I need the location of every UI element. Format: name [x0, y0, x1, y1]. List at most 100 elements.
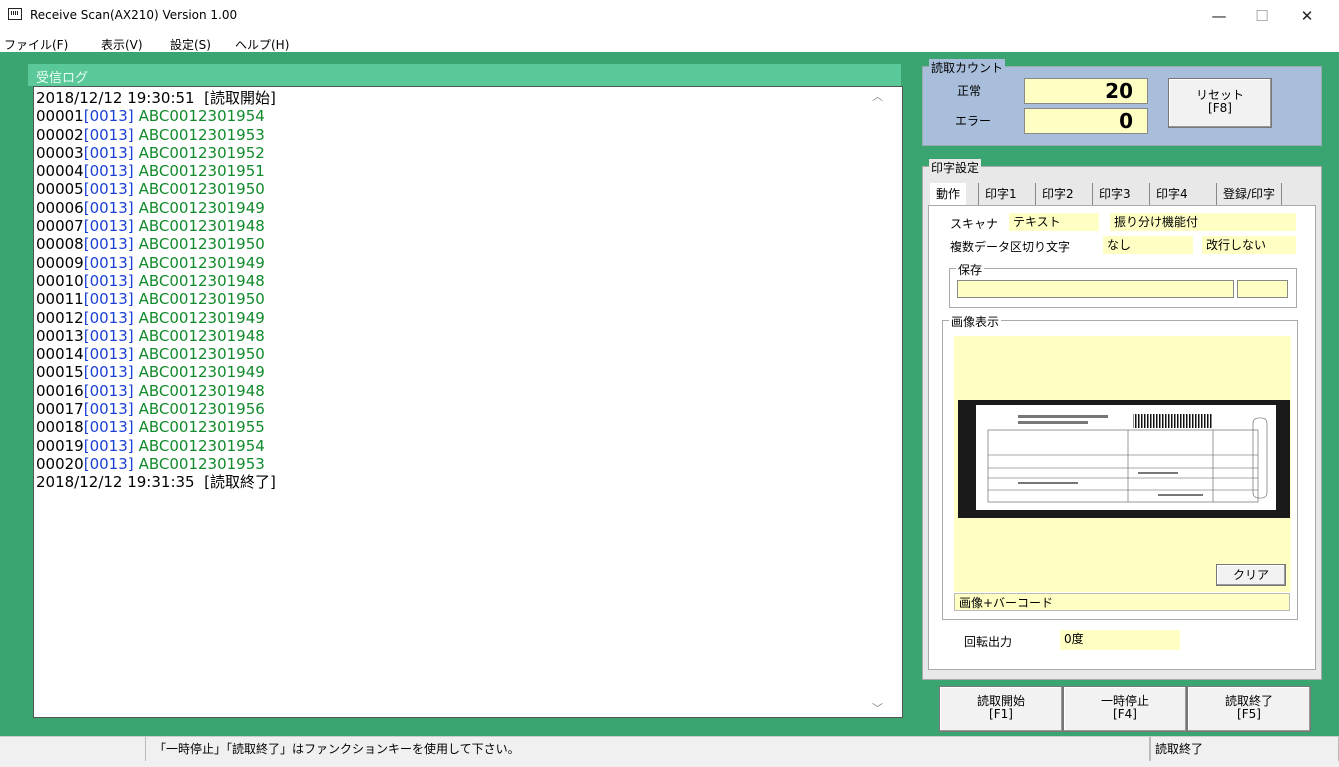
log-entry-code: ABC0012301952 [138, 143, 265, 162]
log-entry-code: ABC0012301948 [138, 217, 265, 236]
log-entry-length: [0013] [83, 235, 134, 254]
log-entry-code: ABC0012301955 [138, 418, 265, 437]
log-entry-code: ABC0012301950 [138, 235, 265, 254]
log-entry: 00005[0013] ABC0012301950 [36, 180, 276, 198]
log-entry-length: [0013] [83, 125, 134, 144]
log-entry-code: ABC0012301954 [138, 436, 265, 455]
status-cell-blank [0, 737, 146, 761]
log-entry-number: 00002 [36, 125, 84, 144]
tab-print1[interactable]: 印字1 [978, 183, 1023, 205]
log-entry-number: 00014 [36, 345, 84, 364]
menu-file[interactable]: ファイル(F) [4, 36, 68, 53]
log-entry-length: [0013] [83, 162, 134, 181]
log-end-line: 2018/12/12 19:31:35 [読取終了] [36, 473, 276, 491]
log-entry-code: ABC0012301956 [138, 400, 265, 419]
normal-count: 20 [1024, 78, 1148, 104]
reset-button[interactable]: リセット [F8] [1168, 78, 1272, 128]
log-entry: 00020[0013] ABC0012301953 [36, 455, 276, 473]
maximize-button[interactable]: ☐ [1242, 5, 1282, 27]
log-entry: 00015[0013] ABC0012301949 [36, 363, 276, 381]
log-entry-length: [0013] [83, 381, 134, 400]
log-entry: 00010[0013] ABC0012301948 [36, 272, 276, 290]
app-icon [8, 8, 22, 20]
log-entry-number: 00005 [36, 180, 84, 199]
reset-key: [F8] [1208, 101, 1232, 115]
start-read-button[interactable]: 読取開始 [F1] [939, 686, 1063, 732]
log-entry-code: ABC0012301949 [138, 198, 265, 217]
log-entry: 00007[0013] ABC0012301948 [36, 217, 276, 235]
log-end-text: 2018/12/12 19:31:35 [読取終了] [36, 473, 276, 492]
start-read-key: [F1] [989, 707, 1013, 721]
log-entry-length: [0013] [83, 143, 134, 162]
log-entry-length: [0013] [83, 326, 134, 345]
log-entry-length: [0013] [83, 198, 134, 217]
log-entry-code: ABC0012301949 [138, 308, 265, 327]
tab-print3[interactable]: 印字3 [1092, 183, 1137, 205]
log-entry-number: 00001 [36, 107, 84, 126]
log-entry: 00014[0013] ABC0012301950 [36, 345, 276, 363]
tab-action[interactable]: 動作 [930, 183, 967, 205]
log-entry: 00002[0013] ABC0012301953 [36, 126, 276, 144]
image-mode-field[interactable]: 画像+バーコード [954, 593, 1290, 611]
tab-register-print[interactable]: 登録/印字 [1216, 183, 1283, 205]
log-entry-number: 00004 [36, 162, 84, 181]
log-entry: 00013[0013] ABC0012301948 [36, 327, 276, 345]
clear-button[interactable]: クリア [1216, 564, 1286, 586]
log-entry-code: ABC0012301951 [138, 162, 265, 181]
scroll-up-arrow-icon[interactable]: ︿ [872, 88, 883, 104]
scanner-field[interactable]: テキスト [1009, 213, 1099, 231]
window-title: Receive Scan(AX210) Version 1.00 [30, 8, 238, 22]
menu-help[interactable]: ヘルプ(H) [235, 36, 289, 53]
minimize-button[interactable]: — [1199, 5, 1239, 27]
log-textbox[interactable]: 2018/12/12 19:30:51 [読取開始] 00001[0013] ABC… [33, 86, 903, 718]
tab-print4[interactable]: 印字4 [1149, 183, 1194, 205]
menu-view[interactable]: 表示(V) [101, 36, 143, 53]
log-entry: 00011[0013] ABC0012301950 [36, 290, 276, 308]
log-start-text: 2018/12/12 19:30:51 [読取開始] [36, 89, 276, 107]
log-entry-code: ABC0012301948 [138, 326, 265, 345]
separator-option-field[interactable]: 改行しない [1202, 236, 1296, 254]
log-entry-code: ABC0012301950 [138, 180, 265, 199]
close-button[interactable]: ✕ [1287, 5, 1327, 27]
log-entry-number: 00003 [36, 143, 84, 162]
save-ext-field[interactable] [1237, 280, 1288, 298]
log-entry: 00009[0013] ABC0012301949 [36, 254, 276, 272]
log-entry-length: [0013] [83, 180, 134, 199]
status-message: 「一時停止」「読取終了」はファンクションキーを使用して下さい。 [146, 737, 1150, 761]
error-count: 0 [1024, 108, 1148, 134]
count-group-title: 読取カウント [929, 59, 1006, 76]
scanner-label: スキャナ [950, 217, 999, 231]
tab-print2[interactable]: 印字2 [1035, 183, 1080, 205]
rotate-field[interactable]: 0度 [1060, 630, 1180, 650]
log-entry-length: [0013] [83, 308, 134, 327]
log-entry-number: 00008 [36, 235, 84, 254]
document-illustration [976, 405, 1276, 510]
log-entry-number: 00009 [36, 253, 84, 272]
log-entry: 00003[0013] ABC0012301952 [36, 144, 276, 162]
log-entry-length: [0013] [83, 107, 134, 126]
log-entry-length: [0013] [83, 363, 134, 382]
scanner-option-field[interactable]: 振り分け機能付 [1110, 213, 1296, 231]
scroll-down-arrow-icon[interactable]: ﹀ [872, 700, 883, 716]
log-entry-number: 00019 [36, 436, 84, 455]
log-entry-code: ABC0012301949 [138, 363, 265, 382]
end-read-button[interactable]: 読取終了 [F5] [1187, 686, 1311, 732]
error-label: エラー [955, 114, 992, 128]
log-entry-length: [0013] [83, 454, 134, 473]
log-entry-length: [0013] [83, 290, 134, 309]
log-entry-number: 00007 [36, 217, 84, 236]
log-entry-number: 00012 [36, 308, 84, 327]
save-group-title: 保存 [956, 261, 985, 278]
log-entry: 00012[0013] ABC0012301949 [36, 309, 276, 327]
end-read-key: [F5] [1237, 707, 1261, 721]
rotate-label: 回転出力 [964, 635, 1013, 649]
separator-label: 複数データ区切り文字 [950, 240, 1071, 254]
pause-button[interactable]: 一時停止 [F4] [1063, 686, 1187, 732]
separator-field[interactable]: なし [1103, 236, 1193, 254]
save-path-field[interactable] [957, 280, 1234, 298]
log-entry-code: ABC0012301948 [138, 381, 265, 400]
menu-settings[interactable]: 設定(S) [170, 36, 211, 53]
log-entry-number: 00013 [36, 326, 84, 345]
log-entry-length: [0013] [83, 436, 134, 455]
log-entry-code: ABC0012301948 [138, 271, 265, 290]
